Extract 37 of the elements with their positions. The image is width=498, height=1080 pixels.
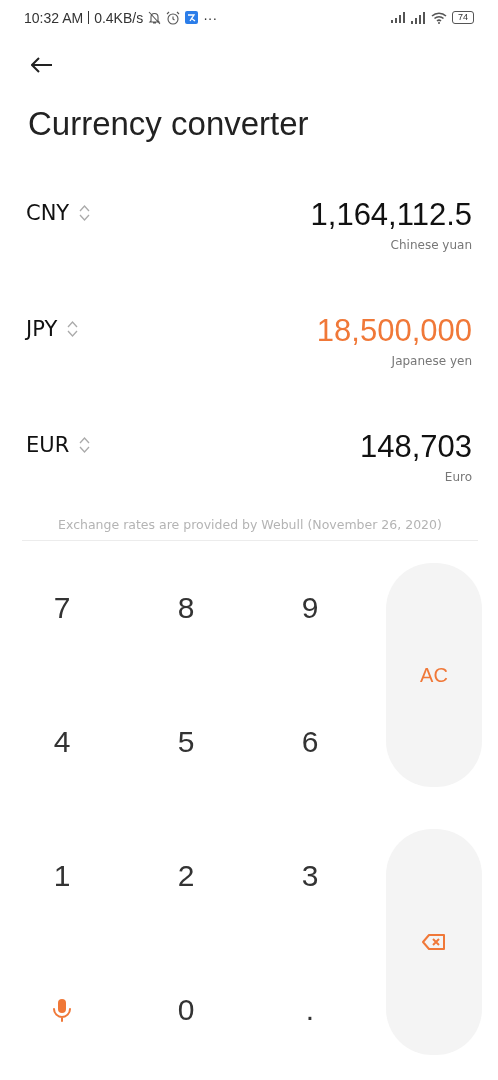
network-speed: 0.4KB/s xyxy=(94,9,144,26)
digit-key[interactable]: 7 xyxy=(0,541,124,675)
currency-name: Japanese yen xyxy=(391,354,472,368)
currency-amount[interactable]: 148,703 xyxy=(359,428,472,466)
wifi-icon xyxy=(431,11,447,24)
digit-key[interactable]: 9 xyxy=(248,541,372,675)
currency-code[interactable]: EUR xyxy=(26,433,70,457)
digit-key[interactable]: 8 xyxy=(124,541,248,675)
page-title: Currency converter xyxy=(27,104,310,144)
signal-icon xyxy=(411,11,426,24)
digit-key[interactable]: 3 xyxy=(248,809,372,943)
battery-level: 74 xyxy=(452,11,474,24)
back-icon[interactable] xyxy=(31,57,53,73)
digit-key[interactable]: 4 xyxy=(0,675,124,809)
digit-key[interactable]: . xyxy=(248,943,372,1077)
currency-code[interactable]: CNY xyxy=(26,201,70,225)
currency-code[interactable]: JPY xyxy=(26,317,58,341)
backspace-icon xyxy=(421,933,447,951)
currency-amount[interactable]: 1,164,112.5 xyxy=(310,196,472,234)
rates-note: Exchange rates are provided by Webull (November 26, 2020) xyxy=(22,517,478,541)
digit-key[interactable]: 0 xyxy=(124,943,248,1077)
digit-key[interactable]: 6 xyxy=(248,675,372,809)
more-notifications: ··· xyxy=(203,9,218,26)
microphone-icon xyxy=(51,998,73,1022)
digit-key[interactable]: 5 xyxy=(124,675,248,809)
up-down-icon[interactable] xyxy=(79,437,91,453)
app-icon xyxy=(185,11,199,24)
alarm-clock-icon xyxy=(166,10,181,25)
bell-off-icon xyxy=(148,10,162,25)
digit-key[interactable]: 1 xyxy=(0,809,124,943)
up-down-icon[interactable] xyxy=(67,321,79,337)
up-down-icon[interactable] xyxy=(79,205,91,221)
currency-name: Chinese yuan xyxy=(390,238,472,252)
status-time: 10:32 AM xyxy=(24,9,84,26)
digit-key[interactable]: 2 xyxy=(124,809,248,943)
currency-name: Euro xyxy=(444,470,472,484)
signal-icon xyxy=(391,12,406,23)
